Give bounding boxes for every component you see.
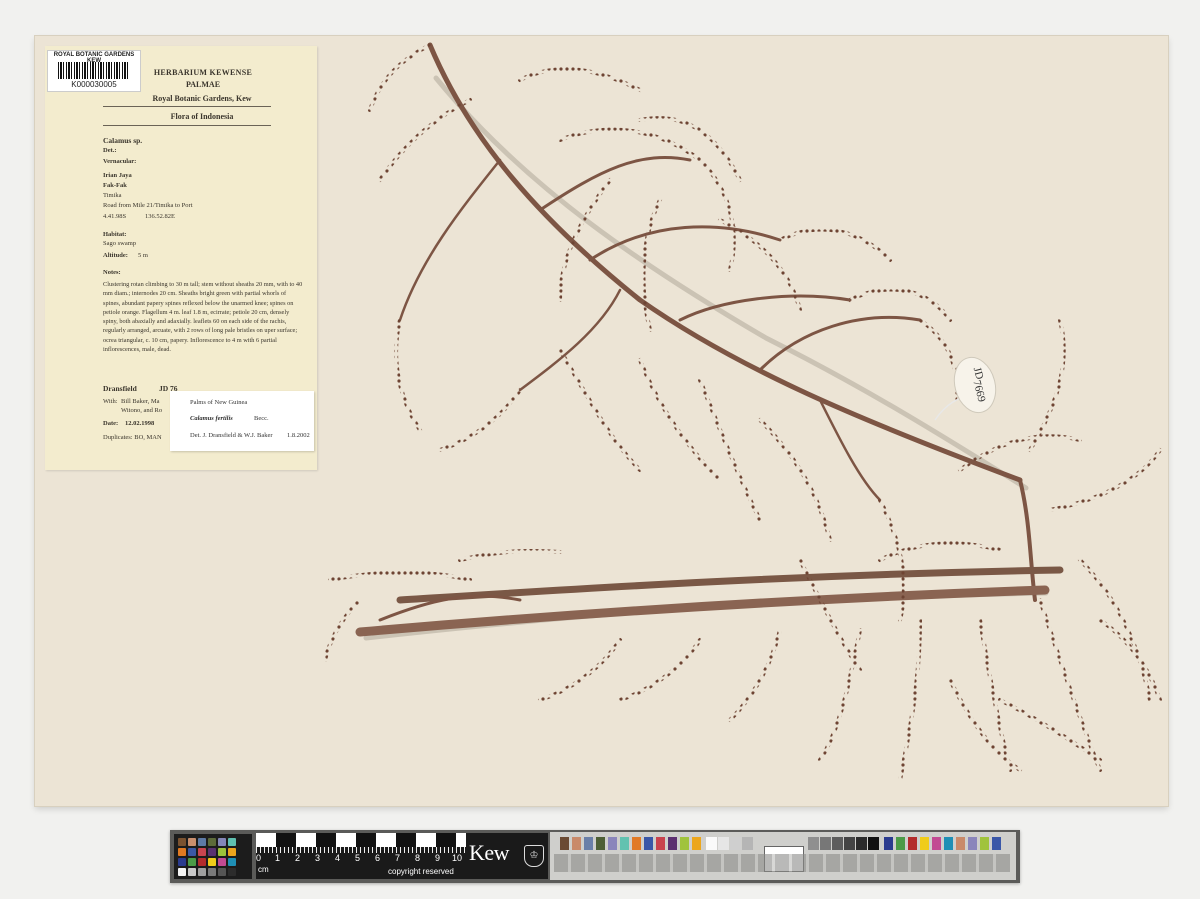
ruler-number: 9: [435, 853, 441, 863]
collector-tag: JD 7669: [934, 356, 997, 421]
with-line1: Bill Baker, Ma: [121, 398, 160, 405]
ruler-number: 1: [275, 853, 281, 863]
ruler-number: 8: [415, 853, 421, 863]
ruler-number: 6: [375, 853, 381, 863]
region: Irian Jaya: [103, 172, 132, 179]
ruler-number: 10: [452, 853, 463, 863]
ruler-number: 5: [355, 853, 361, 863]
taxon-name: Calamus sp.: [103, 136, 143, 145]
institution-title: Royal Botanic Gardens, Kew: [152, 94, 252, 103]
herbarium-title: HERBARIUM KEWENSE: [153, 68, 253, 77]
ruler-unit: cm: [258, 865, 269, 874]
barcode-number: K000030005: [71, 80, 117, 89]
scale-bar: 0 1 2 3 4 5 6 7 8 9 10 cm copyright rese…: [170, 830, 1020, 883]
notes-text: Clustering rotan climbing to 30 m tall; …: [103, 281, 303, 354]
road: Road from Mile 21/Timika to Port: [103, 202, 193, 209]
slip-author: Becc.: [254, 415, 269, 422]
with-label: With:: [103, 398, 118, 405]
kew-logo: Kew: [469, 840, 510, 865]
copyright-text: copyright reserved: [388, 867, 454, 876]
family-title: PALMAE: [185, 80, 221, 89]
date-label: Date:: [103, 420, 119, 427]
divider: [103, 125, 271, 126]
ruler-number: 3: [315, 853, 321, 863]
slip-det: Det. J. Dransfield & W.J. Baker: [190, 432, 273, 439]
altitude: 5 m: [138, 252, 148, 259]
slip-date: 1.8.2002: [287, 432, 310, 439]
date: 12.02.1998: [125, 420, 155, 427]
with-line2: Witono, and Ro: [121, 407, 163, 414]
color-chips: [174, 834, 252, 879]
altitude-label: Altitude:: [103, 252, 128, 259]
flora-title: Flora of Indonesia: [170, 112, 234, 121]
vernacular-label: Vernacular:: [103, 158, 137, 165]
ruler-number: 7: [395, 853, 401, 863]
crest-icon: ♔: [524, 845, 544, 867]
duplicates: Duplicates: BO, MAN: [103, 434, 162, 441]
district: Fak-Fak: [103, 182, 127, 189]
barcode-bars: [58, 62, 130, 79]
ruler-number: 4: [335, 853, 341, 863]
place: Timika: [103, 192, 122, 199]
habitat-label: Habitat:: [103, 231, 127, 238]
collector: Dransfield: [103, 384, 137, 393]
divider: [103, 106, 271, 107]
longitude: 136.52.82E: [145, 213, 175, 220]
slip-title: Palms of New Guinea: [190, 399, 248, 406]
slip-species: Calamus fertilis: [190, 415, 233, 422]
color-calibration-card: [550, 832, 1016, 880]
det-label: Det.:: [103, 147, 117, 154]
notes-label: Notes:: [103, 269, 121, 276]
cm-ruler: 0 1 2 3 4 5 6 7 8 9 10 cm copyright rese…: [256, 833, 548, 879]
ruler-number: 0: [256, 853, 262, 863]
ruler-number: 2: [295, 853, 301, 863]
determination-slip: Palms of New Guinea Calamus fertilis Bec…: [170, 391, 314, 451]
habitat: Sago swamp: [103, 240, 137, 247]
barcode: ROYAL BOTANIC GARDENS KEW K000030005: [47, 50, 141, 92]
latitude: 4.41.98S: [103, 213, 127, 220]
